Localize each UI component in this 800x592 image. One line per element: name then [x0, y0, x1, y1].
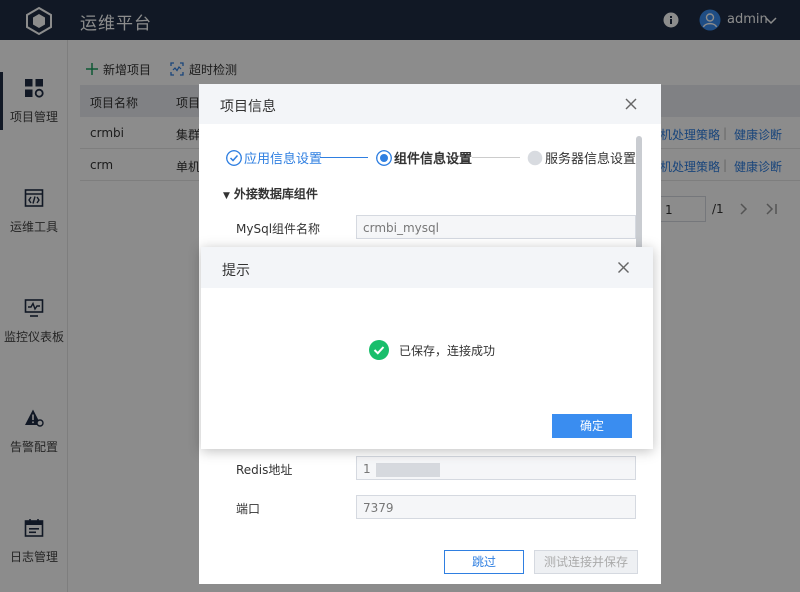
field-label: Redis地址 — [236, 463, 293, 477]
caret-down-icon: ▼ — [223, 191, 230, 201]
redacted-value — [376, 462, 441, 477]
prompt-header: 提示 — [201, 247, 653, 288]
step-connector — [472, 157, 520, 158]
active-step-icon — [376, 149, 392, 166]
dialog-title: 项目信息 — [220, 99, 276, 115]
field-label: MySql组件名称 — [236, 222, 321, 236]
dialog-header: 项目信息 — [199, 84, 661, 124]
step-server-settings[interactable]: 服务器信息设置 — [527, 148, 636, 167]
dialog-scrollbar[interactable] — [636, 136, 642, 256]
close-icon[interactable] — [624, 97, 638, 111]
section-title: 外接数据库组件 — [233, 187, 318, 201]
close-icon[interactable] — [617, 261, 630, 274]
step-app-settings[interactable]: 应用信息设置 — [226, 148, 322, 167]
check-circle-icon — [226, 149, 242, 166]
mysql-name-field[interactable]: crmbi_mysql — [356, 215, 636, 239]
step-label: 服务器信息设置 — [545, 152, 637, 167]
prompt-dialog: 提示 已保存，连接成功 确定 — [201, 247, 653, 449]
step-indicator: 应用信息设置 组件信息设置 服务器信息设置 — [226, 148, 636, 168]
redis-address-value: 1 — [363, 462, 371, 476]
section-header[interactable]: ▼ 外接数据库组件 — [223, 185, 318, 202]
success-check-icon — [369, 340, 389, 360]
redis-address-field[interactable]: 1 — [356, 456, 636, 480]
skip-button[interactable]: 跳过 — [444, 550, 524, 574]
step-connector — [320, 157, 368, 158]
test-and-save-button[interactable]: 测试连接并保存 — [534, 550, 638, 574]
mysql-name-row: MySql组件名称 crmbi_mysql — [199, 215, 661, 241]
prompt-message: 已保存，连接成功 — [399, 344, 496, 358]
step-label: 应用信息设置 — [244, 152, 323, 167]
step-component-settings[interactable]: 组件信息设置 — [376, 148, 472, 167]
step-label: 组件信息设置 — [394, 152, 473, 167]
port-row: 端口 7379 — [199, 495, 661, 521]
prompt-title: 提示 — [222, 263, 250, 279]
port-field[interactable]: 7379 — [356, 495, 636, 519]
field-label: 端口 — [236, 502, 261, 516]
pending-step-icon — [527, 150, 543, 165]
redis-address-row: Redis地址 1 — [199, 456, 661, 482]
confirm-button[interactable]: 确定 — [552, 414, 632, 438]
